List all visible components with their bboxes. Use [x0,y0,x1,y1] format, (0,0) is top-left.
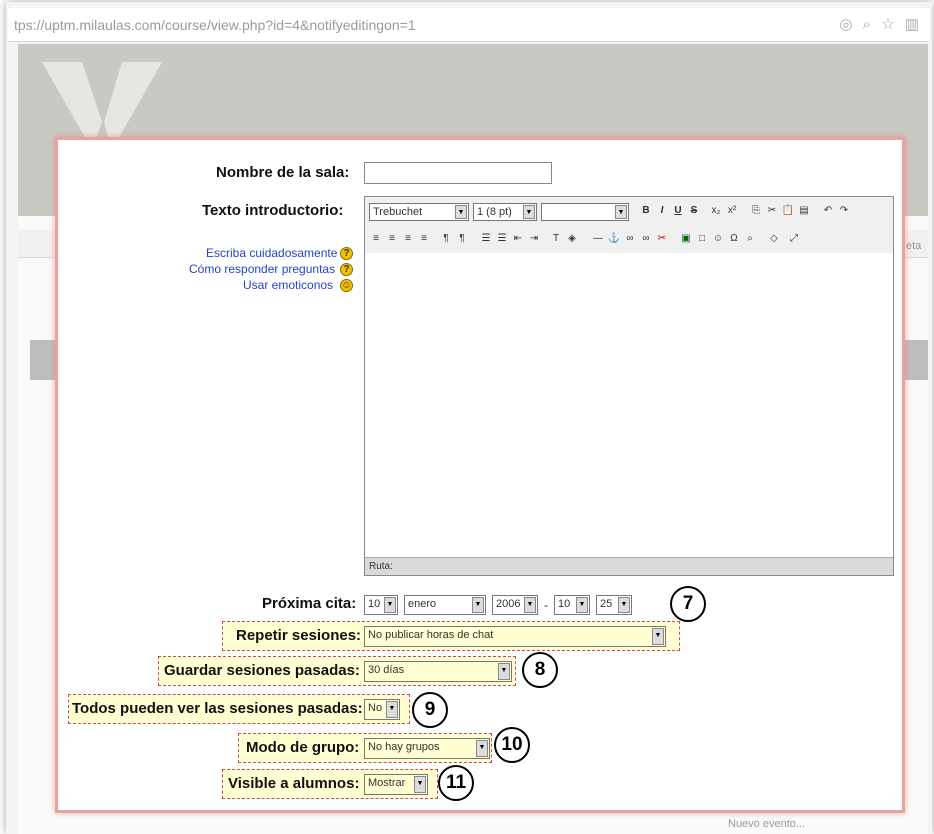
room-name-input[interactable] [364,162,552,184]
search-replace-icon[interactable]: ⌕ [743,232,757,246]
side-text: eta [906,240,922,252]
year-select[interactable]: 2006 ▼ [492,595,538,615]
url-text[interactable]: tps://uptm.milaulas.com/course/view.php?… [14,17,416,33]
callout-11: 11 [438,765,474,801]
nolink-icon[interactable]: ✂ [655,232,669,246]
ordered-list-icon[interactable]: ☰ [479,232,493,246]
repeat-sessions-label: Repetir sesiones: [236,627,362,644]
smiley-icon[interactable]: ☺ [711,232,725,246]
help-link-write-carefully[interactable]: Escriba cuidadosamente [206,246,337,260]
paste-icon[interactable]: 📋 [781,204,795,218]
editor-toolbar-row-1: Trebuchet ▼ 1 (8 pt) ▼ ▼ B I U S x₂ x² ⎘ ✂… [365,197,893,225]
copy-icon[interactable]: ⎘ [749,204,763,218]
group-mode-label: Modo de grupo: [246,739,360,756]
callout-8: 8 [522,652,558,688]
everyone-see-select[interactable]: No ▼ [364,699,400,720]
justify-icon[interactable]: ≡ [417,232,431,246]
editor-toolbar-row-2: ≡ ≡ ≡ ≡ ¶ ¶ ☰ ☰ ⇤ ⇥ T ◈ — ⚓ ∞ ∞ ✂ ▣ □ ☺ [365,225,893,253]
help-link-emoticons[interactable]: Usar emoticonos [243,278,333,292]
calendar-new-event-link[interactable]: Nuevo evento... [728,818,805,830]
group-mode-select[interactable]: No hay grupos ▼ [364,738,490,759]
callout-10: 10 [494,727,530,763]
horizontal-rule-icon[interactable]: — [591,232,605,246]
smiley-icon[interactable]: ☺ [340,279,353,292]
chat-settings-dialog: Nombre de la sala: Texto introductorio: … [55,137,905,813]
everyone-see-label: Todos pueden ver las sesiones pasadas: [72,700,363,717]
unordered-list-icon[interactable]: ☰ [495,232,509,246]
day-select[interactable]: 10 ▼ [364,595,398,615]
keep-sessions-label: Guardar sesiones pasadas: [164,662,360,679]
special-char-icon[interactable]: Ω [727,232,741,246]
subscript-icon[interactable]: x₂ [709,204,723,218]
visible-students-label: Visible a alumnos: [228,775,360,792]
italic-icon[interactable]: I [655,204,669,218]
visible-students-select[interactable]: Mostrar ▼ [364,774,428,795]
intro-text-label: Texto introductorio: [202,202,344,219]
help-icon[interactable]: ? [340,247,353,260]
help-icon[interactable]: ? [340,263,353,276]
align-center-icon[interactable]: ≡ [385,232,399,246]
browser-address-bar[interactable]: tps://uptm.milaulas.com/course/view.php?… [8,8,930,42]
date-time-separator: - [544,598,548,612]
table-icon[interactable]: □ [695,232,709,246]
next-session-label: Próxima cita: [262,595,357,612]
cut-icon[interactable]: ✂ [765,204,779,218]
image-icon[interactable]: ▣ [679,232,693,246]
font-select[interactable]: Trebuchet ▼ [369,203,469,221]
format-select[interactable]: ▼ [541,203,629,221]
browser-toolbar-icons[interactable]: ◎ ⌕ ☆ ▥ [839,15,922,33]
undo-icon[interactable]: ↶ [821,204,835,218]
superscript-icon[interactable]: x² [725,204,739,218]
hour-select[interactable]: 10 ▼ [554,595,590,615]
repeat-sessions-select[interactable]: No publicar horas de chat ▼ [364,626,666,647]
editor-path-bar: Ruta: [365,557,893,575]
ltr-icon[interactable]: ¶ [439,232,453,246]
callout-9: 9 [412,692,448,728]
size-select[interactable]: 1 (8 pt) ▼ [473,203,537,221]
indent-icon[interactable]: ⇥ [527,232,541,246]
rtl-icon[interactable]: ¶ [455,232,469,246]
month-select[interactable]: enero ▼ [404,595,486,615]
keep-sessions-select[interactable]: 30 días ▼ [364,661,512,682]
strikethrough-icon[interactable]: S [687,204,701,218]
redo-icon[interactable]: ↷ [837,204,851,218]
paste-word-icon[interactable]: ▤ [797,204,811,218]
html-editor[interactable]: Trebuchet ▼ 1 (8 pt) ▼ ▼ B I U S x₂ x² ⎘ ✂… [364,196,894,576]
underline-icon[interactable]: U [671,204,685,218]
room-name-label: Nombre de la sala: [216,164,350,181]
screenshot-frame: tps://uptm.milaulas.com/course/view.php?… [0,0,934,834]
align-right-icon[interactable]: ≡ [401,232,415,246]
background-color-icon[interactable]: ◈ [565,232,579,246]
link-icon[interactable]: ∞ [623,232,637,246]
callout-7: 7 [670,586,706,622]
bold-icon[interactable]: B [639,204,653,218]
unlink-icon[interactable]: ∞ [639,232,653,246]
fullscreen-icon[interactable]: ⤢ [787,232,801,246]
align-left-icon[interactable]: ≡ [369,232,383,246]
outdent-icon[interactable]: ⇤ [511,232,525,246]
minute-select[interactable]: 25 ▼ [596,595,632,615]
html-source-icon[interactable]: ◇ [767,232,781,246]
anchor-icon[interactable]: ⚓ [607,232,621,246]
text-color-icon[interactable]: T [549,232,563,246]
help-link-answer-questions[interactable]: Cómo responder preguntas [189,262,335,276]
